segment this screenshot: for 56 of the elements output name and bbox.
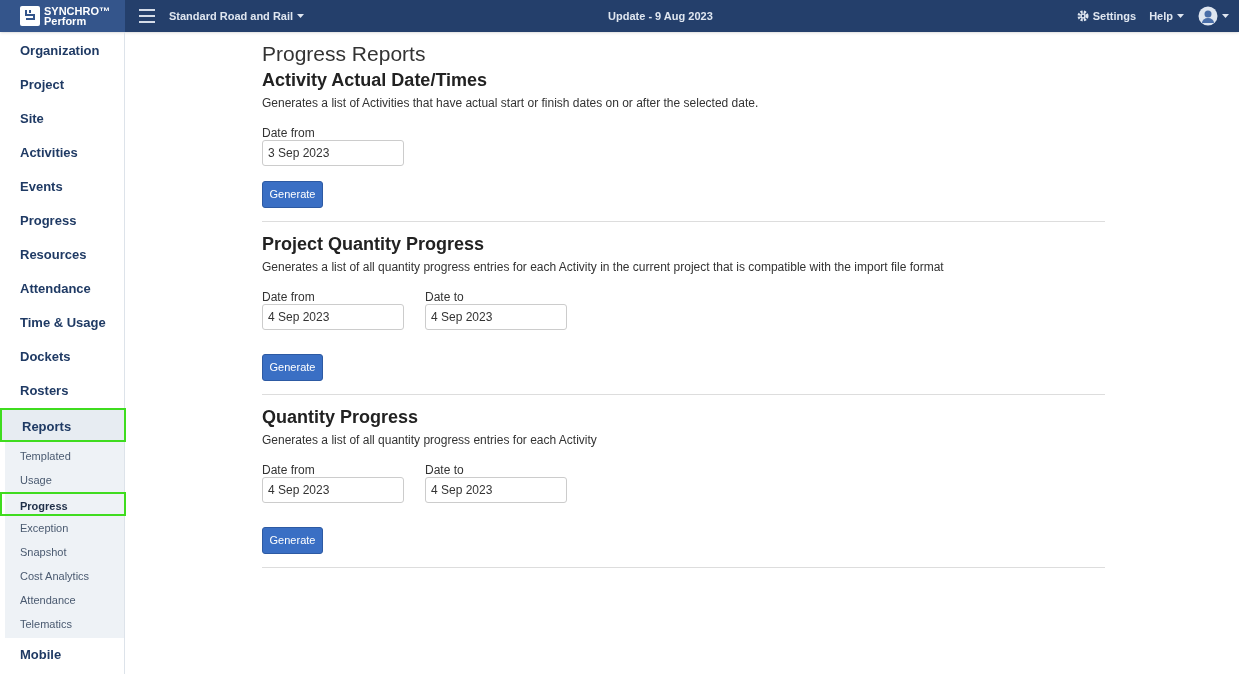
sidebar-subitem[interactable]: Snapshot: [5, 540, 124, 564]
sidebar-subitem[interactable]: Progress: [0, 492, 126, 516]
section-description: Generates a list of all quantity progress entries for each Activity in the current project that is compatible with the import file format: [262, 259, 945, 276]
sidebar-item[interactable]: Organization: [0, 34, 124, 68]
sidebar-item[interactable]: Rosters: [0, 374, 124, 408]
settings-icon: [1076, 10, 1089, 22]
sidebar-item[interactable]: Events: [0, 170, 124, 204]
page-title: Progress Reports: [262, 41, 427, 67]
section-description: Generates a list of Activities that have actual start or finish dates on or after the selected date.: [262, 95, 760, 112]
caret-icon: [297, 14, 305, 18]
update-date: Update - 9 Aug 2023: [608, 8, 713, 24]
user-menu[interactable]: [1198, 6, 1229, 26]
section-description: Generates a list of all quantity progress entries for each Activity: [262, 432, 598, 449]
sidebar-item[interactable]: Project: [0, 68, 124, 102]
menu-icon[interactable]: [139, 9, 155, 23]
settings-button[interactable]: Settings: [1076, 7, 1137, 25]
sidebar-item[interactable]: Time & Usage: [0, 306, 124, 340]
help-dropdown[interactable]: Help: [1149, 7, 1184, 25]
date-field[interactable]: 3 Sep 2023: [262, 140, 404, 166]
caret-icon: [1222, 14, 1229, 18]
sidebar-subitem[interactable]: Telematics: [5, 612, 124, 636]
field-label: Date from: [262, 290, 316, 304]
sidebar-item[interactable]: Activities: [0, 136, 124, 170]
date-field[interactable]: 4 Sep 2023: [262, 477, 404, 503]
sidebar-item[interactable]: Mobile: [0, 638, 124, 672]
field-label: Date from: [262, 126, 316, 140]
avatar-icon: [1198, 6, 1218, 26]
generate-button[interactable]: Generate: [262, 354, 323, 381]
sidebar-subitem[interactable]: Exception: [5, 516, 124, 540]
sidebar-item[interactable]: Site: [0, 102, 124, 136]
section-title: Project Quantity Progress: [262, 233, 486, 256]
field-label: Date to: [425, 290, 465, 304]
sidebar-item[interactable]: Progress: [0, 204, 124, 238]
logo-text: SYNCHRO™: [44, 6, 110, 16]
sidebar-subitem[interactable]: Attendance: [5, 588, 124, 612]
logo-icon: [20, 6, 40, 26]
sidebar-item[interactable]: Dockets: [0, 340, 124, 374]
field-label: Date to: [425, 463, 465, 477]
date-field[interactable]: 4 Sep 2023: [425, 477, 567, 503]
sidebar-item[interactable]: Resources: [0, 238, 124, 272]
project-dropdown[interactable]: Standard Road and Rail: [169, 7, 305, 25]
date-field[interactable]: 4 Sep 2023: [262, 304, 404, 330]
logo[interactable]: SYNCHRO™ Perform: [0, 0, 125, 32]
sidebar-subitem[interactable]: Cost Analytics: [5, 564, 124, 588]
section-title: Activity Actual Date/Times: [262, 69, 489, 92]
sidebar-subitem[interactable]: Usage: [5, 468, 124, 492]
sidebar-subitem[interactable]: Templated: [5, 444, 124, 468]
caret-icon: [1177, 14, 1184, 18]
date-field[interactable]: 4 Sep 2023: [425, 304, 567, 330]
logo-text: Perform: [44, 16, 88, 26]
sidebar-item[interactable]: Reports: [0, 408, 126, 442]
generate-button[interactable]: Generate: [262, 181, 323, 208]
field-label: Date from: [262, 463, 316, 477]
section-title: Quantity Progress: [262, 406, 420, 429]
sidebar-item[interactable]: Attendance: [0, 272, 124, 306]
generate-button[interactable]: Generate: [262, 527, 323, 554]
